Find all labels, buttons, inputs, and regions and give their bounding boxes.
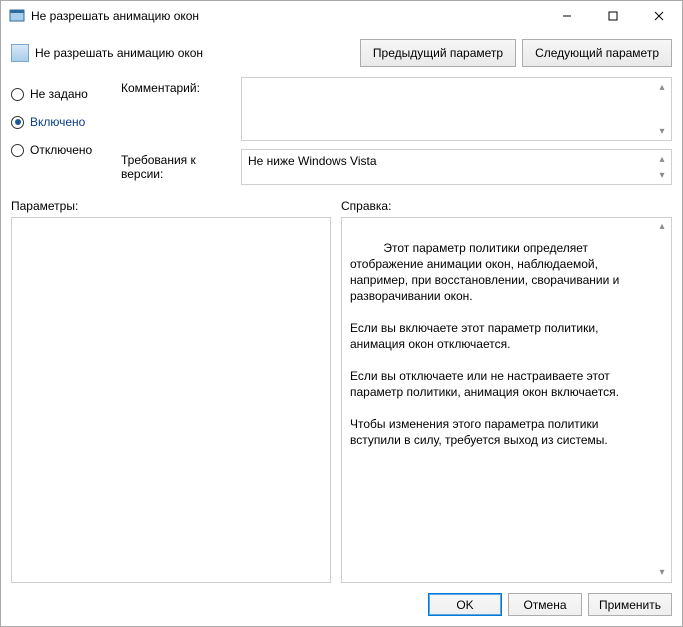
help-content: Этот параметр политики определяет отобра… [350, 241, 623, 447]
scroll-down-icon[interactable]: ▾ [654, 565, 670, 581]
radio-enabled[interactable]: Включено [11, 115, 121, 129]
radio-label: Не задано [30, 87, 88, 101]
radio-dot-icon [11, 144, 24, 157]
radio-disabled[interactable]: Отключено [11, 143, 121, 157]
previous-setting-button[interactable]: Предыдущий параметр [360, 39, 516, 67]
cancel-button[interactable]: Отмена [508, 593, 582, 616]
app-icon [9, 8, 25, 24]
lower-row: Параметры: Справка: Этот параметр полити… [11, 199, 672, 583]
scroll-down-icon[interactable]: ▾ [654, 123, 670, 139]
comment-label: Комментарий: [121, 77, 241, 141]
radio-not-configured[interactable]: Не задано [11, 87, 121, 101]
minimize-button[interactable] [544, 1, 590, 31]
requirements-row: Требования к версии: Не ниже Windows Vis… [121, 149, 672, 185]
close-button[interactable] [636, 1, 682, 31]
parameters-header: Параметры: [11, 199, 331, 213]
content: Не задано Включено Отключено Комментарий… [1, 71, 682, 583]
help-panel[interactable]: Этот параметр политики определяет отобра… [341, 217, 672, 583]
help-column: Справка: Этот параметр политики определя… [341, 199, 672, 583]
requirements-textbox: Не ниже Windows Vista ▴ ▾ [241, 149, 672, 185]
scroll-up-icon[interactable]: ▴ [654, 151, 670, 167]
radio-label: Включено [30, 115, 85, 129]
window: Не разрешать анимацию окон Не разрешать … [0, 0, 683, 627]
parameters-panel[interactable] [11, 217, 331, 583]
radio-label: Отключено [30, 143, 92, 157]
window-title: Не разрешать анимацию окон [31, 9, 544, 23]
next-setting-button[interactable]: Следующий параметр [522, 39, 672, 67]
window-buttons [544, 1, 682, 31]
scroll-up-icon[interactable]: ▴ [654, 79, 670, 95]
comment-textbox[interactable]: ▴ ▾ [241, 77, 672, 141]
policy-title: Не разрешать анимацию окон [35, 46, 354, 60]
ok-button[interactable]: OK [428, 593, 502, 616]
radio-dot-icon [11, 88, 24, 101]
top-row: Не задано Включено Отключено Комментарий… [11, 77, 672, 193]
policy-icon [11, 44, 29, 62]
state-radios: Не задано Включено Отключено [11, 77, 121, 193]
apply-button[interactable]: Применить [588, 593, 672, 616]
footer: OK Отмена Применить [1, 583, 682, 626]
requirements-label: Требования к версии: [121, 149, 241, 185]
radio-dot-icon [11, 116, 24, 129]
titlebar: Не разрешать анимацию окон [1, 1, 682, 31]
help-header: Справка: [341, 199, 672, 213]
parameters-column: Параметры: [11, 199, 331, 583]
fields: Комментарий: ▴ ▾ Требования к версии: Не… [121, 77, 672, 193]
comment-row: Комментарий: ▴ ▾ [121, 77, 672, 141]
scroll-down-icon[interactable]: ▾ [654, 167, 670, 183]
scroll-up-icon[interactable]: ▴ [654, 219, 670, 235]
maximize-button[interactable] [590, 1, 636, 31]
requirements-value: Не ниже Windows Vista [248, 154, 377, 168]
header: Не разрешать анимацию окон Предыдущий па… [1, 31, 682, 71]
